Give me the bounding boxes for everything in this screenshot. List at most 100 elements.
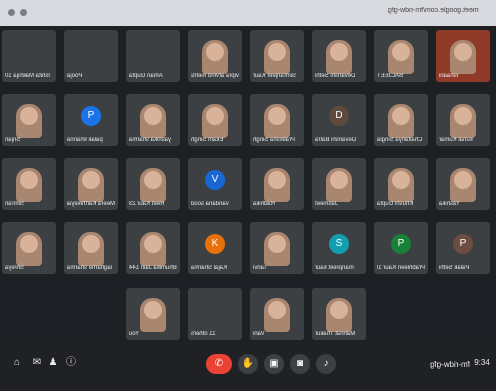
participant-tile[interactable]: Simranjeet Kaur <box>250 30 304 82</box>
participant-tile[interactable]: K Kajal Sharma <box>188 222 242 274</box>
video-feed <box>450 40 476 74</box>
participant-name: Radhika <box>253 201 276 207</box>
participant-name: vipra arvind mehta <box>191 73 239 79</box>
participant-name: Bhumika Jain 144 <box>129 265 177 271</box>
video-feed <box>264 168 290 202</box>
call-controls-bar: ⌂ ✉ ♟ ⓘ ✆ ✋ ▣ ◙ ♪ fm-ridw-gfg 9:34 <box>0 342 496 391</box>
video-feed <box>78 168 104 202</box>
participant-name: Ekam Singh <box>191 137 224 143</box>
participant-tile[interactable]: Chaitanya Singla <box>374 94 428 146</box>
participant-name: vandana sood <box>191 201 229 207</box>
video-feed <box>264 40 290 74</box>
participant-name: Prabhleen Kaur 104 <box>377 265 425 271</box>
participant-name: Aman Gupta <box>129 73 163 79</box>
url-text[interactable]: meet.google.com/fm-ridw-gfg <box>388 7 479 14</box>
participant-tile[interactable]: Reet Kaur 23 <box>126 158 180 210</box>
participant-tile[interactable]: Ppalak khanna <box>64 94 118 146</box>
chat-icon[interactable]: ✉ <box>30 356 44 370</box>
participant-tile[interactable]: yashika sharma <box>126 94 180 146</box>
video-feed <box>140 232 166 266</box>
video-feed <box>450 168 476 202</box>
participant-name: lagharne sharma <box>67 265 113 271</box>
video-feed <box>78 232 104 266</box>
participant-tile[interactable]: P Prabhleen Kaur 104 <box>374 222 428 274</box>
participant-tile[interactable]: Tanvi <box>250 222 304 274</box>
participant-name: Reet Kaur 23 <box>129 201 165 207</box>
video-feed <box>140 168 166 202</box>
avatar: D <box>329 106 349 126</box>
participant-tile[interactable]: Vvandana sood <box>188 158 242 210</box>
participant-tile[interactable]: Simran <box>2 158 56 210</box>
participant-tile[interactable]: Ekam Singh <box>188 94 242 146</box>
raise-hand-button[interactable]: ✋ <box>238 354 258 374</box>
participant-name: Ishita Makhija 10 <box>5 73 51 79</box>
participant-name: palak khanna <box>67 137 103 143</box>
participant-tile[interactable]: Jasmeet <box>312 158 366 210</box>
participant-name: kunal Kumar <box>439 137 473 143</box>
participant-name: manpreet kaur <box>315 265 354 271</box>
participant-name: Srijan <box>5 137 21 143</box>
video-feed <box>388 40 414 74</box>
self-tile[interactable]: You <box>126 288 180 340</box>
participant-tile[interactable]: Aman Gupta <box>126 30 180 82</box>
participant-name: Simran <box>5 201 25 207</box>
participant-tile[interactable]: Radhika <box>250 158 304 210</box>
participant-tile[interactable]: vipra arvind mehta <box>188 30 242 82</box>
video-feed <box>16 232 42 266</box>
avatar: P <box>391 234 411 254</box>
participant-tile[interactable]: Khushi Gupta <box>374 158 428 210</box>
participant-tile[interactable]: lagharne sharma <box>64 222 118 274</box>
info-icon[interactable]: ⓘ <box>64 356 78 370</box>
participant-name: Palak Sethi <box>439 265 470 271</box>
participant-tile[interactable]: Mannat Thakur <box>312 288 366 340</box>
participant-tile[interactable]: Meera Karthikeyan <box>64 158 118 210</box>
present-button[interactable]: ▣ <box>264 354 284 374</box>
reload-icon[interactable] <box>20 9 27 16</box>
leave-call-button[interactable]: ✆ <box>206 354 232 374</box>
participant-tile[interactable]: Ishita Makhija 10 <box>2 30 56 82</box>
participant-name: yashika sharma <box>129 137 172 143</box>
participant-name: Jasmeet <box>315 201 338 207</box>
video-feed <box>202 40 228 74</box>
participant-tile[interactable]: Pratiksha Singh <box>250 94 304 146</box>
participant-tile[interactable]: Yashika <box>436 158 490 210</box>
participant-name: Khushi Gupta <box>377 201 414 207</box>
participant-tile[interactable]: Devanshi Sethi <box>312 30 366 82</box>
participant-tile[interactable]: Bhumika Jain 144 <box>126 222 180 274</box>
participant-name: Devanshi Batra <box>315 137 357 143</box>
video-feed <box>16 104 42 138</box>
participant-tile[interactable]: Pooja <box>64 30 118 82</box>
participant-name: Chaitanya Singla <box>377 137 423 143</box>
back-icon[interactable] <box>8 9 15 16</box>
participant-grid: Ishita Makhija 10 Pooja Aman Gupta vipra… <box>0 26 496 342</box>
video-feed <box>326 298 352 332</box>
participant-name: Vani <box>253 331 265 337</box>
others-tile[interactable]: 11 others <box>188 288 242 340</box>
participant-tile[interactable]: Shreya <box>2 222 56 274</box>
participant-tile[interactable]: D Devanshi Batra <box>312 94 366 146</box>
camera-button[interactable]: ◙ <box>290 354 310 374</box>
participant-name: Tanvi <box>253 265 268 271</box>
activities-icon[interactable]: ⌂ <box>10 356 24 370</box>
participant-tile[interactable]: kunal Kumar <box>436 94 490 146</box>
participant-name: Simranjeet Kaur <box>253 73 297 79</box>
browser-address-bar[interactable]: meet.google.com/fm-ridw-gfg <box>0 0 496 26</box>
participant-name: Yashika <box>439 201 460 207</box>
participant-tile[interactable]: Smanpreet kaur <box>312 222 366 274</box>
participant-name: Kajal Sharma <box>191 265 228 271</box>
participant-tile[interactable]: Vani <box>250 288 304 340</box>
avatar: S <box>329 234 349 254</box>
participant-tile[interactable]: Srijan <box>2 94 56 146</box>
clock-text: 9:34 <box>474 358 490 367</box>
video-feed <box>16 168 42 202</box>
video-feed <box>450 104 476 138</box>
participant-tile[interactable]: Ishaani <box>436 30 490 82</box>
people-icon[interactable]: ♟ <box>46 356 60 370</box>
video-feed <box>264 104 290 138</box>
participant-tile[interactable]: BALJEET <box>374 30 428 82</box>
meeting-code: fm-ridw-gfg <box>430 360 471 369</box>
participant-name: BALJEET <box>377 73 404 79</box>
mic-button[interactable]: ♪ <box>316 354 336 374</box>
participant-name: 11 others <box>191 331 216 337</box>
participant-tile[interactable]: P Palak Sethi <box>436 222 490 274</box>
